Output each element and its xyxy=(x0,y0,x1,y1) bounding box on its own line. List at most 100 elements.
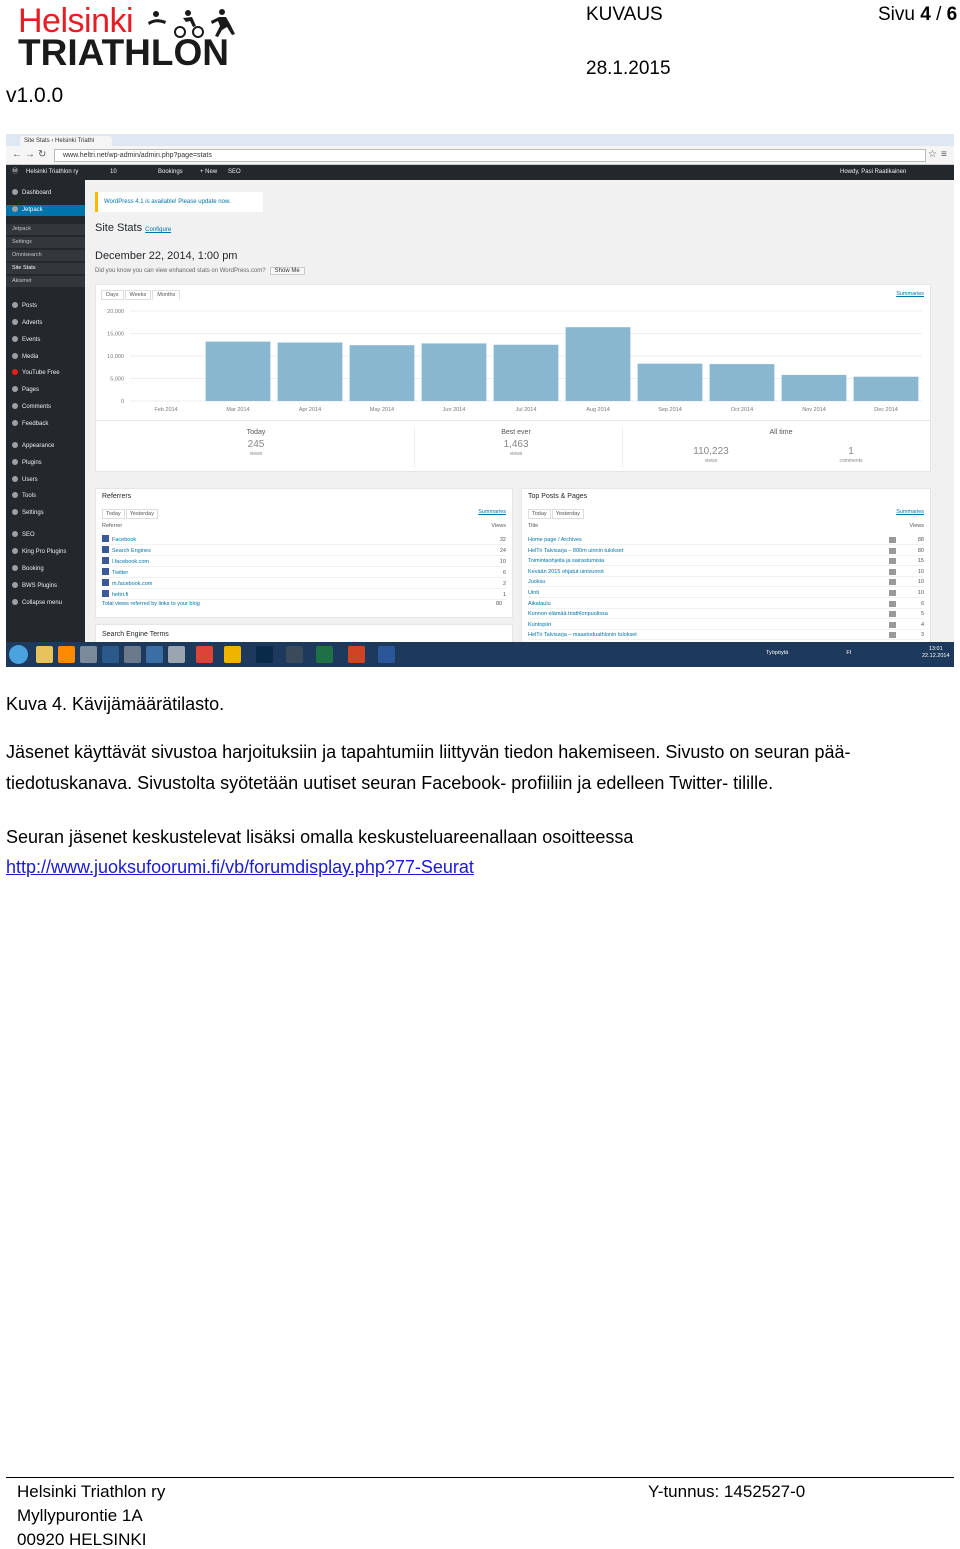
wordpress-logo-icon[interactable]: Ⓦ xyxy=(12,165,18,180)
sidebar-item-adverts[interactable]: Adverts xyxy=(6,318,85,329)
tab-yesterday[interactable]: Yesterday xyxy=(551,509,584,519)
configure-link[interactable]: Configure xyxy=(145,227,171,233)
sidebar-item-comments[interactable]: Comments xyxy=(6,402,85,413)
post-stats-icon[interactable] xyxy=(889,579,896,586)
post-stats-icon[interactable] xyxy=(889,547,896,554)
show-me-button[interactable]: Show Me xyxy=(269,267,305,275)
chart-bar[interactable] xyxy=(421,343,487,401)
chart-bar[interactable] xyxy=(853,376,919,401)
sidebar-sub-site-stats[interactable]: Site Stats xyxy=(6,263,85,274)
sidebar-item-bws-plugins[interactable]: BWS Plugins xyxy=(6,581,85,592)
top-post-row[interactable]: Kevään 2015 ohjatut uinivuorot 10 xyxy=(528,567,924,577)
top-post-row[interactable]: Aikataulu 6 xyxy=(528,599,924,609)
tab-today[interactable]: Today xyxy=(102,509,125,519)
top-post-row[interactable]: Kuntopiiri 4 xyxy=(528,620,924,630)
app-icon[interactable] xyxy=(80,646,97,663)
sidebar-sub-jetpack[interactable]: Jetpack xyxy=(6,224,85,235)
language-indicator[interactable]: FI xyxy=(846,650,851,656)
taskbar-clock[interactable]: 13:01 22.12.2014 xyxy=(922,646,950,660)
referrer-row[interactable]: heltri.fi 1 xyxy=(102,590,506,600)
post-stats-icon[interactable] xyxy=(889,611,896,618)
referrer-row[interactable]: Twitter 6 xyxy=(102,568,506,578)
sidebar-item-pages[interactable]: Pages xyxy=(6,385,85,396)
referrer-row[interactable]: m.facebook.com 2 xyxy=(102,579,506,589)
sidebar-item-settings[interactable]: Settings xyxy=(6,508,85,519)
chart-bar[interactable] xyxy=(781,374,847,401)
lightroom-icon[interactable] xyxy=(286,646,303,663)
post-stats-icon[interactable] xyxy=(889,558,896,565)
sidebar-collapse-menu[interactable]: Collapse menu xyxy=(6,598,85,609)
referrer-row[interactable]: Search Engines 24 xyxy=(102,546,506,556)
reload-icon[interactable]: ↻ xyxy=(38,150,46,160)
top-post-row[interactable]: Toimintaohjeita ja sairastumisia 15 xyxy=(528,556,924,567)
top-posts-summaries-link[interactable]: Summaries xyxy=(896,509,924,515)
sidebar-item-seo[interactable]: SEO xyxy=(6,530,85,541)
start-button[interactable] xyxy=(9,645,28,664)
steam-icon[interactable] xyxy=(102,646,119,663)
referrers-summaries-link[interactable]: Summaries xyxy=(478,509,506,515)
tab-days[interactable]: Days xyxy=(101,290,124,300)
sidebar-item-king-pro[interactable]: King Pro Plugins xyxy=(6,547,85,558)
adminbar-site[interactable]: Helsinki Triathlon ry xyxy=(26,165,78,180)
chart-bar[interactable] xyxy=(493,344,559,401)
explorer-icon[interactable] xyxy=(36,646,53,663)
browser-tab[interactable]: Site Stats ‹ Helsinki Triathl xyxy=(20,136,112,146)
app-icon[interactable] xyxy=(168,646,185,663)
star-icon[interactable]: ☆ xyxy=(928,150,937,160)
sidebar-item-events[interactable]: Events xyxy=(6,335,85,346)
post-stats-icon[interactable] xyxy=(889,600,896,607)
sidebar-item-dashboard[interactable]: Dashboard xyxy=(6,188,85,199)
adminbar-new[interactable]: + New xyxy=(200,165,217,180)
top-post-row[interactable]: Uinti 10 xyxy=(528,588,924,598)
chart-bar[interactable] xyxy=(205,341,271,401)
adminbar-updates[interactable]: 10 xyxy=(110,165,117,180)
sidebar-item-plugins[interactable]: Plugins xyxy=(6,458,85,469)
adminbar-seo[interactable]: SEO xyxy=(228,165,241,180)
tab-months[interactable]: Months xyxy=(152,290,181,300)
chart-bar[interactable] xyxy=(565,327,631,401)
sidebar-item-media[interactable]: Media xyxy=(6,352,85,363)
sidebar-item-tools[interactable]: Tools xyxy=(6,491,85,502)
excel-icon[interactable] xyxy=(316,646,333,663)
post-stats-icon[interactable] xyxy=(889,568,896,575)
chart-bar[interactable] xyxy=(709,364,775,401)
chart-bar[interactable] xyxy=(349,345,415,401)
sidebar-item-users[interactable]: Users xyxy=(6,475,85,486)
back-arrow-icon[interactable]: ← xyxy=(12,150,22,160)
sidebar-sub-akismet[interactable]: Akismet xyxy=(6,276,85,287)
tab-weeks[interactable]: Weeks xyxy=(124,290,152,300)
chart-bar[interactable] xyxy=(637,363,703,401)
desktop-toolbar-label[interactable]: Työpöytä xyxy=(766,650,788,656)
post-stats-icon[interactable] xyxy=(889,590,896,596)
address-bar[interactable]: www.heltri.net/wp-admin/admin.php?page=s… xyxy=(54,149,926,162)
powerpoint-icon[interactable] xyxy=(348,646,365,663)
top-post-row[interactable]: Juoksu 10 xyxy=(528,577,924,588)
sidebar-item-booking[interactable]: Booking xyxy=(6,564,85,575)
sidebar-item-feedback[interactable]: Feedback xyxy=(6,419,85,430)
top-post-row[interactable]: HelTri Talvisarja – 800m uinnin tulokset… xyxy=(528,546,924,556)
referrer-row[interactable]: Facebook 32 xyxy=(102,535,506,545)
photoshop-icon[interactable] xyxy=(256,646,273,663)
sidebar-item-posts[interactable]: Posts xyxy=(6,301,85,312)
adminbar-howdy[interactable]: Howdy, Pasi Raatikainen xyxy=(840,165,906,180)
sidebar-item-jetpack[interactable]: Jetpack xyxy=(6,205,85,216)
app-icon[interactable] xyxy=(224,646,241,663)
vlc-icon[interactable] xyxy=(58,646,75,663)
sidebar-sub-settings[interactable]: Settings xyxy=(6,237,85,248)
tab-today[interactable]: Today xyxy=(528,509,551,519)
update-notice[interactable]: WordPress 4.1 is available! Please updat… xyxy=(95,192,263,212)
post-stats-icon[interactable] xyxy=(889,632,896,639)
adminbar-bookings[interactable]: Bookings xyxy=(158,165,183,180)
forum-link[interactable]: http://www.juoksufoorumi.fi/vb/forumdisp… xyxy=(6,853,474,881)
app-icon[interactable] xyxy=(124,646,141,663)
post-stats-icon[interactable] xyxy=(889,621,896,628)
top-post-row[interactable]: Kunnon elämää triathlonpuolissa 5 xyxy=(528,609,924,620)
post-stats-icon[interactable] xyxy=(889,537,896,543)
chrome-icon[interactable] xyxy=(196,646,213,663)
tab-yesterday[interactable]: Yesterday xyxy=(125,509,158,519)
chart-bar[interactable] xyxy=(277,342,343,402)
sidebar-item-youtube[interactable]: YouTube Free xyxy=(6,368,85,379)
referrer-row[interactable]: l.facebook.com 10 xyxy=(102,557,506,567)
word-icon[interactable] xyxy=(378,646,395,663)
app-icon[interactable] xyxy=(146,646,163,663)
